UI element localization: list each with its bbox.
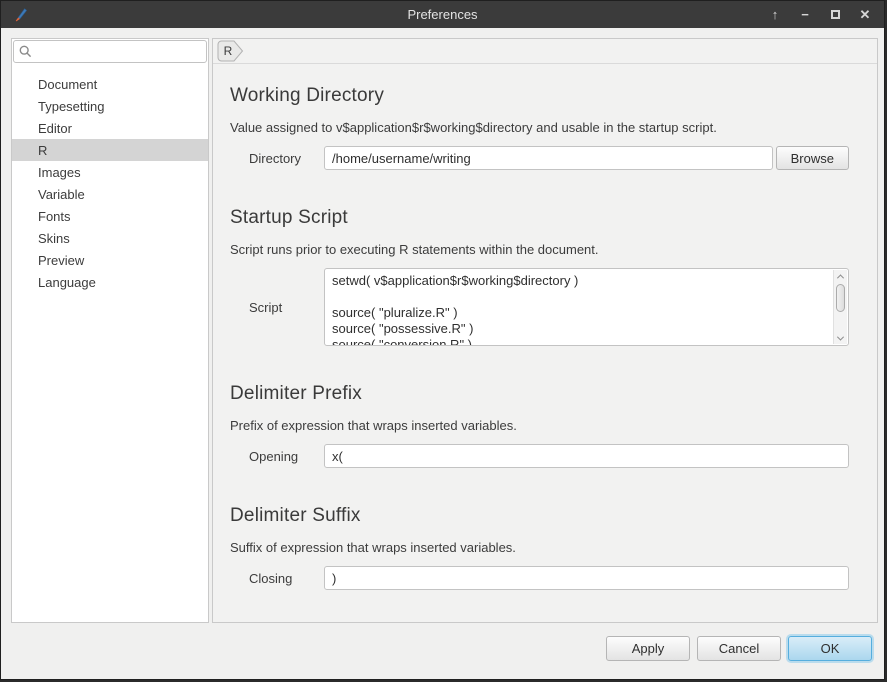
delimiter-suffix-heading: Delimiter Suffix bbox=[230, 505, 849, 527]
opening-field-row: Opening bbox=[249, 444, 849, 468]
delimiter-prefix-description: Prefix of expression that wraps inserted… bbox=[230, 418, 849, 433]
sidebar-item-preview[interactable]: Preview bbox=[12, 249, 208, 271]
closing-label: Closing bbox=[249, 571, 324, 586]
scroll-down-icon[interactable] bbox=[834, 332, 847, 344]
sidebar-item-document[interactable]: Document bbox=[12, 73, 208, 95]
settings-form: Working Directory Value assigned to v$ap… bbox=[213, 64, 877, 622]
ok-button[interactable]: OK bbox=[788, 636, 872, 661]
search-icon bbox=[19, 45, 32, 58]
script-field-row: Script setwd( v$application$r$working$di… bbox=[249, 268, 849, 346]
breadcrumb: R bbox=[213, 39, 877, 64]
minimize-icon[interactable]: − bbox=[796, 6, 814, 24]
sidebar-item-fonts[interactable]: Fonts bbox=[12, 205, 208, 227]
working-directory-description: Value assigned to v$application$r$workin… bbox=[230, 120, 849, 135]
rollup-icon[interactable]: ↑ bbox=[766, 6, 784, 24]
window-title: Preferences bbox=[1, 7, 884, 22]
breadcrumb-label: R bbox=[224, 44, 233, 58]
browse-button[interactable]: Browse bbox=[776, 146, 849, 170]
sidebar-item-language[interactable]: Language bbox=[12, 271, 208, 293]
sidebar-item-r[interactable]: R bbox=[12, 139, 208, 161]
titlebar: Preferences ↑ − ✕ bbox=[1, 1, 884, 28]
sidebar: Document Typesetting Editor R Images Var… bbox=[11, 38, 209, 623]
panels: Document Typesetting Editor R Images Var… bbox=[11, 38, 878, 623]
window-controls: ↑ − ✕ bbox=[766, 6, 874, 24]
directory-input[interactable] bbox=[324, 146, 773, 170]
script-label: Script bbox=[249, 300, 324, 315]
sidebar-item-skins[interactable]: Skins bbox=[12, 227, 208, 249]
opening-label: Opening bbox=[249, 449, 324, 464]
search-input[interactable] bbox=[36, 44, 201, 59]
preferences-window: Preferences ↑ − ✕ Document Types bbox=[0, 0, 885, 680]
opening-input[interactable] bbox=[324, 444, 849, 468]
sidebar-item-variable[interactable]: Variable bbox=[12, 183, 208, 205]
sidebar-item-images[interactable]: Images bbox=[12, 161, 208, 183]
close-icon[interactable]: ✕ bbox=[856, 6, 874, 24]
cancel-button[interactable]: Cancel bbox=[697, 636, 781, 661]
script-textarea[interactable]: setwd( v$application$r$working$directory… bbox=[325, 269, 832, 346]
working-directory-heading: Working Directory bbox=[230, 85, 849, 107]
sidebar-item-editor[interactable]: Editor bbox=[12, 117, 208, 139]
closing-field-row: Closing bbox=[249, 566, 849, 590]
sidebar-item-typesetting[interactable]: Typesetting bbox=[12, 95, 208, 117]
startup-script-heading: Startup Script bbox=[230, 207, 849, 229]
nav-list: Document Typesetting Editor R Images Var… bbox=[12, 73, 208, 293]
startup-script-description: Script runs prior to executing R stateme… bbox=[230, 242, 849, 257]
dialog-body: Document Typesetting Editor R Images Var… bbox=[1, 28, 884, 679]
scroll-up-icon[interactable] bbox=[834, 270, 847, 282]
closing-input[interactable] bbox=[324, 566, 849, 590]
directory-label: Directory bbox=[249, 151, 324, 166]
breadcrumb-item-r[interactable]: R bbox=[217, 40, 245, 62]
apply-button[interactable]: Apply bbox=[606, 636, 690, 661]
directory-field-row: Directory Browse bbox=[249, 146, 849, 170]
delimiter-prefix-heading: Delimiter Prefix bbox=[230, 383, 849, 405]
script-scrollbar[interactable] bbox=[833, 270, 847, 344]
scrollbar-track[interactable] bbox=[834, 282, 847, 332]
search-box bbox=[13, 40, 207, 63]
maximize-box-glyph bbox=[831, 10, 840, 19]
button-bar: Apply Cancel OK bbox=[11, 623, 878, 679]
content-panel: R Working Directory Value assigned to v$… bbox=[212, 38, 878, 623]
scrollbar-thumb[interactable] bbox=[836, 284, 845, 312]
maximize-icon[interactable] bbox=[826, 6, 844, 24]
script-editor: setwd( v$application$r$working$directory… bbox=[324, 268, 849, 346]
delimiter-suffix-description: Suffix of expression that wraps inserted… bbox=[230, 540, 849, 555]
